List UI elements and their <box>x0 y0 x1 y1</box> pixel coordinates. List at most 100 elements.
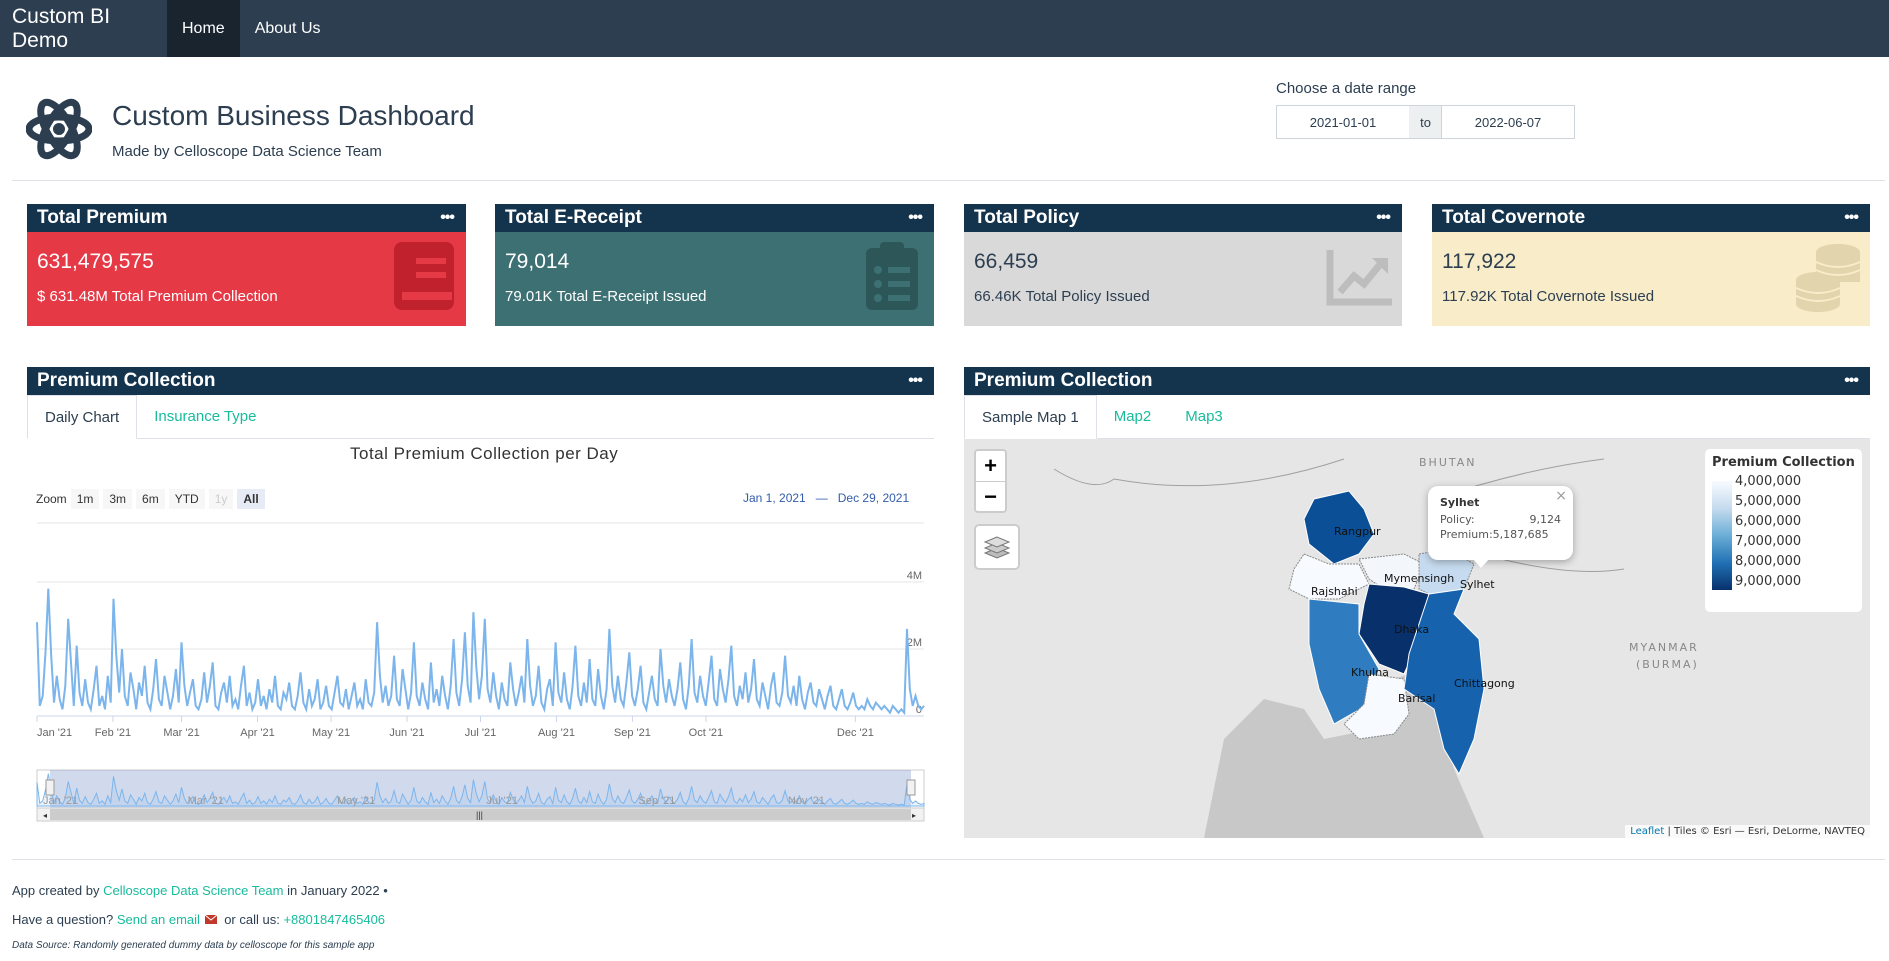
value-box-body: 66,459 66.46K Total Policy Issued <box>964 232 1402 326</box>
footer-credits: App created by Celloscope Data Science T… <box>12 883 388 898</box>
value-box-header: Total Covernote ••• <box>1432 204 1870 232</box>
footer-created-prefix: App created by <box>12 883 100 898</box>
region-popup: Sylhet Policy: 9,124 Premium:5,187,685 × <box>1428 486 1573 560</box>
value-box-body: 79,014 79.01K Total E-Receipt Issued <box>495 232 934 326</box>
atom-logo-icon <box>26 98 92 160</box>
zoom-ytd-button[interactable]: YTD <box>168 489 205 509</box>
navigator-label: Mar '21 <box>188 795 224 807</box>
map-legend: Premium Collection 4,000,000 5,000,000 6… <box>1705 449 1862 612</box>
nav-item-about-us[interactable]: About Us <box>240 0 336 57</box>
zoom-3m-button[interactable]: 3m <box>103 489 133 509</box>
region-label-dhaka: Dhaka <box>1394 623 1430 636</box>
scroll-left-arrow-icon[interactable]: ◂ <box>43 811 47 820</box>
x-tick-label: Jan '21 <box>37 727 72 739</box>
popup-close-button[interactable]: × <box>1555 488 1567 504</box>
page-subtitle: Made by Celloscope Data Science Team <box>112 143 382 160</box>
brand-link[interactable]: Custom BI Demo <box>0 0 167 57</box>
country-label-burma: (BURMA) <box>1636 658 1699 671</box>
start-date-input[interactable]: 2021-01-01 <box>1276 105 1410 139</box>
more-options-icon[interactable]: ••• <box>1844 372 1870 390</box>
x-tick-label: Mar '21 <box>163 727 199 739</box>
scrollbar-grip-icon[interactable]: ||| <box>476 810 483 820</box>
zoom-all-button[interactable]: All <box>237 489 265 509</box>
value-box-body: 117,922 117.92K Total Covernote Issued <box>1432 232 1870 326</box>
range-dash: — <box>815 491 828 505</box>
x-tick-label: Aug '21 <box>538 727 575 739</box>
navigator[interactable]: Jan '21 Mar '21 May '21 Jul '21 Sep '21 Nov '… <box>36 769 925 822</box>
leaflet-link[interactable]: Leaflet <box>1630 826 1664 837</box>
end-date-input[interactable]: 2022-06-07 <box>1441 105 1575 139</box>
series-line <box>36 588 925 716</box>
phone-link[interactable]: +8801847465406 <box>283 912 385 927</box>
popup-policy-label: Policy: <box>1440 513 1475 526</box>
panel-header: Premium Collection ••• <box>27 367 934 395</box>
map-tabs: Sample Map 1 Map2 Map3 <box>964 395 1870 439</box>
team-link[interactable]: Celloscope Data Science Team <box>103 883 283 898</box>
legend-label: 7,000,000 <box>1735 534 1802 549</box>
value-box-header: Total Policy ••• <box>964 204 1402 232</box>
value-box-total-e-receipt: Total E-Receipt ••• 79,014 79.01K Total … <box>495 204 934 326</box>
page-title: Custom Business Dashboard <box>112 100 475 131</box>
x-tick-label: Sep '21 <box>614 727 651 739</box>
value-box-title: Total E-Receipt <box>505 207 642 228</box>
zoom-in-button[interactable]: + <box>976 451 1005 481</box>
x-tick-label: Apr '21 <box>240 727 275 739</box>
panel-header: Premium Collection ••• <box>964 367 1870 395</box>
region-label-rajshahi: Rajshahi <box>1311 585 1358 598</box>
popup-premium-row: Premium:5,187,685 <box>1440 528 1561 541</box>
chart-tabs: Daily Chart Insurance Type <box>27 395 934 439</box>
header-divider <box>12 180 1885 181</box>
x-tick-label: Jul '21 <box>465 727 496 739</box>
legend-label: 5,000,000 <box>1735 494 1802 509</box>
range-to[interactable]: Dec 29, 2021 <box>838 491 909 505</box>
region-label-chittagong: Chittagong <box>1454 677 1515 690</box>
navigator-left-handle[interactable] <box>45 779 55 796</box>
book-icon <box>394 242 454 310</box>
zoom-1m-button[interactable]: 1m <box>70 489 100 509</box>
country-label-bhutan: BHUTAN <box>1419 456 1477 469</box>
tab-insurance-type[interactable]: Insurance Type <box>137 395 273 438</box>
region-label-sylhet: Sylhet <box>1460 578 1495 591</box>
value-box-title: Total Policy <box>974 207 1080 228</box>
more-options-icon[interactable]: ••• <box>1376 209 1402 227</box>
more-options-icon[interactable]: ••• <box>908 209 934 227</box>
tab-map3[interactable]: Map3 <box>1168 395 1240 438</box>
more-options-icon[interactable]: ••• <box>908 372 934 390</box>
navigator-label: Sep '21 <box>638 795 675 807</box>
region-label-mymensingh: Mymensingh <box>1384 572 1455 585</box>
layers-control-button[interactable] <box>974 524 1020 570</box>
map-zoom-control: + − <box>974 449 1007 513</box>
zoom-6m-button[interactable]: 6m <box>136 489 165 509</box>
navigator-right-handle[interactable] <box>906 779 916 796</box>
tab-daily-chart[interactable]: Daily Chart <box>27 395 138 439</box>
tab-sample-map-1[interactable]: Sample Map 1 <box>964 395 1097 439</box>
footer-call-prefix: or call us: <box>224 912 280 927</box>
envelope-icon[interactable] <box>204 914 217 924</box>
x-tick-label: Dec '21 <box>837 727 874 739</box>
value-box-total-premium: Total Premium ••• 631,479,575 $ 631.48M … <box>27 204 466 326</box>
date-range-label: Choose a date range <box>1276 80 1417 97</box>
scroll-right-arrow-icon[interactable]: ▸ <box>912 811 916 820</box>
more-options-icon[interactable]: ••• <box>1844 209 1870 227</box>
navigator-label: Nov '21 <box>788 795 825 807</box>
chart-line-icon <box>1326 250 1392 306</box>
more-options-icon[interactable]: ••• <box>440 209 466 227</box>
zoom-out-button[interactable]: − <box>976 481 1005 511</box>
legend-label: 9,000,000 <box>1735 574 1802 589</box>
map-attribution: Leaflet | Tiles © Esri — Esri, DeLorme, … <box>1625 825 1870 838</box>
popup-premium-label: Premium: <box>1440 528 1493 541</box>
chart-title: Total Premium Collection per Day <box>350 444 619 463</box>
send-email-link[interactable]: Send an email <box>117 912 200 927</box>
zoom-label: Zoom <box>36 492 67 506</box>
range-from[interactable]: Jan 1, 2021 <box>743 491 806 505</box>
nav-item-home[interactable]: Home <box>167 0 240 57</box>
attribution-text: | Tiles © Esri — Esri, DeLorme, NAVTEQ <box>1667 826 1865 837</box>
panel-title: Premium Collection <box>974 370 1153 391</box>
navbar: Custom BI Demo Home About Us <box>0 0 1889 57</box>
leaflet-map[interactable]: BHUTAN MYANMAR (BURMA) Rangpur Rajshahi … <box>964 439 1870 838</box>
value-box-total-policy: Total Policy ••• 66,459 66.46K Total Pol… <box>964 204 1402 326</box>
x-tick-label: Oct '21 <box>689 727 724 739</box>
tab-map2[interactable]: Map2 <box>1097 395 1169 438</box>
value-box-title: Total Premium <box>37 207 168 228</box>
zoom-1y-button[interactable]: 1y <box>208 489 234 509</box>
